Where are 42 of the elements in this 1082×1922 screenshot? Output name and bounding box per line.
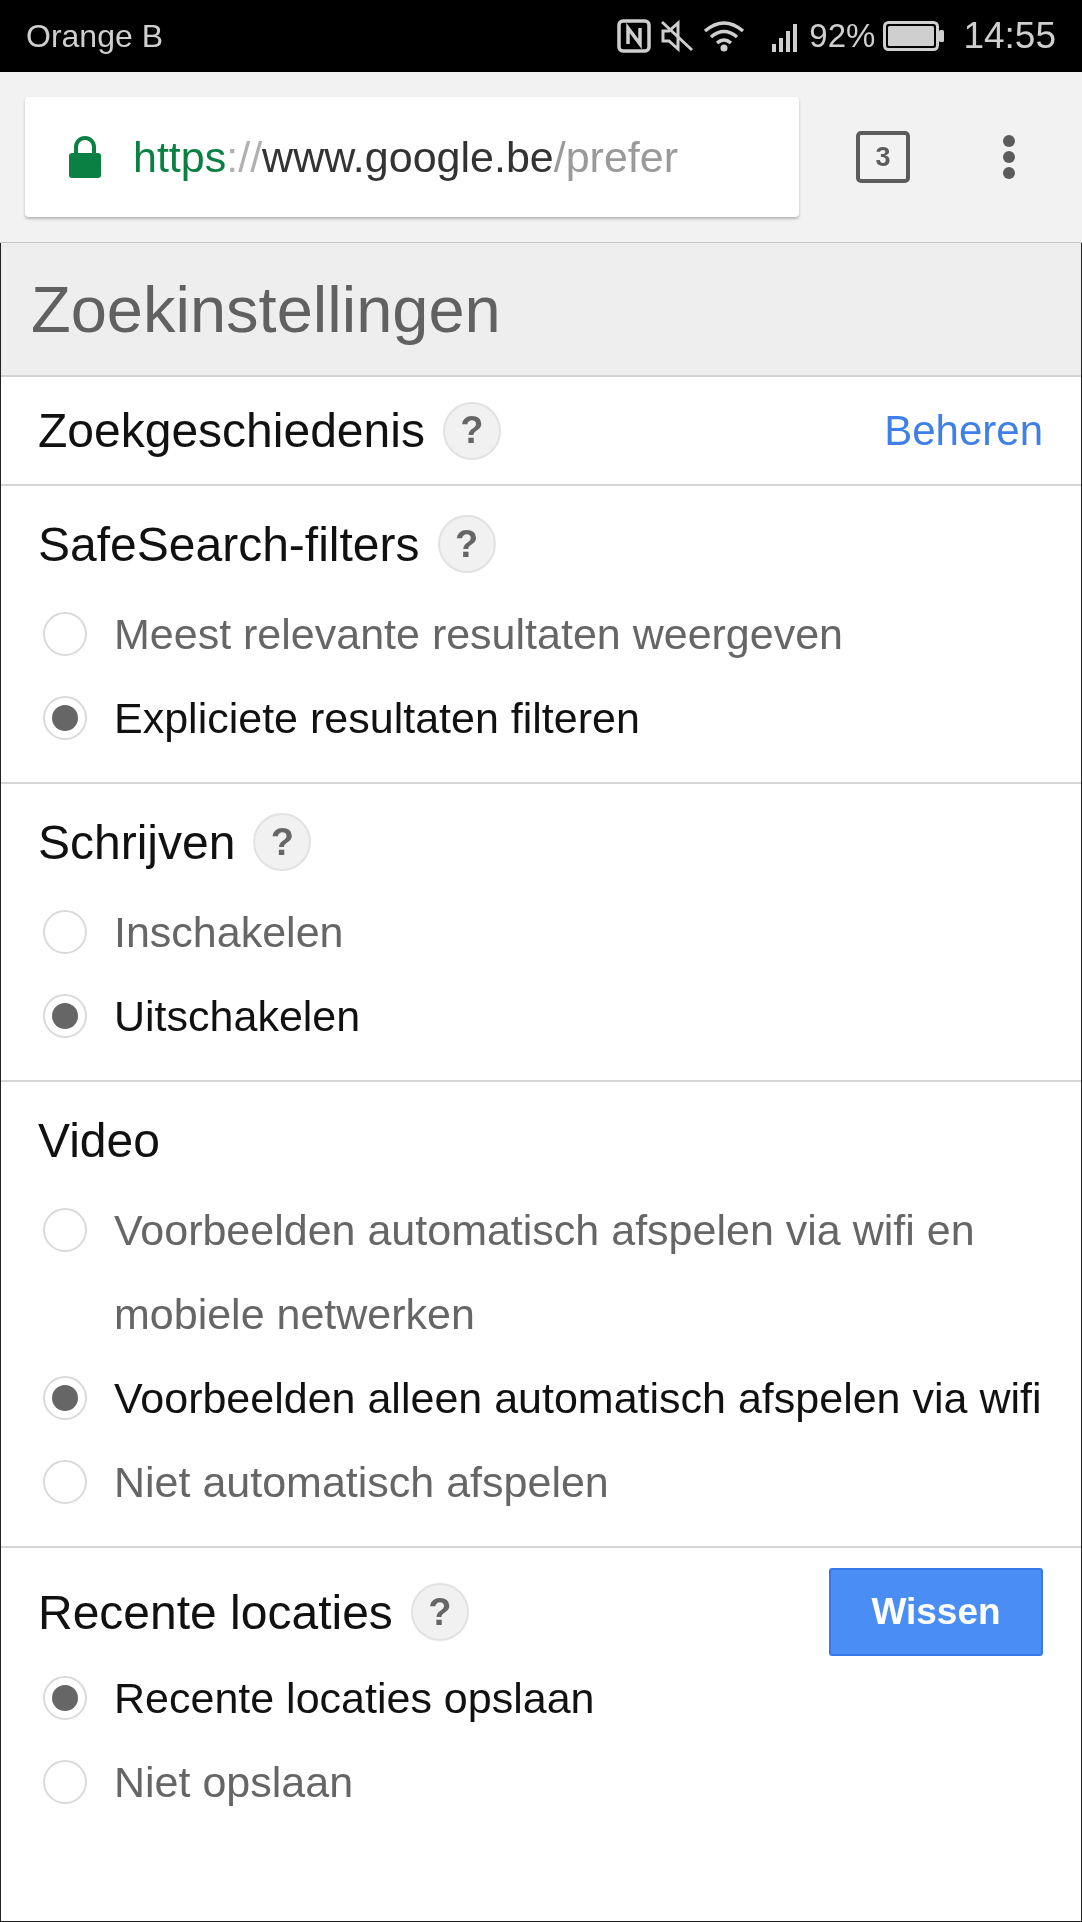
tab-count-button[interactable]: 3: [856, 131, 910, 183]
lock-icon: [69, 136, 101, 178]
manage-link[interactable]: Beheren: [884, 406, 1043, 455]
section-heading: Recente locaties: [38, 1584, 393, 1640]
radio-button[interactable]: [43, 696, 87, 740]
option-label: Niet opslaan: [114, 1757, 354, 1808]
carrier-name: Orange B: [26, 17, 163, 55]
radio-button[interactable]: [43, 994, 87, 1038]
option-label: Niet automatisch afspelen: [114, 1457, 609, 1508]
option-label: Meest relevante resultaten weergeven: [114, 609, 844, 660]
radio-button[interactable]: [43, 1208, 87, 1252]
option-label: Inschakelen: [114, 907, 344, 958]
url-text: https://www.google.be/prefer: [133, 132, 678, 182]
radio-button[interactable]: [43, 1760, 87, 1804]
help-button[interactable]: ?: [410, 1583, 469, 1641]
section-heading: SafeSearch-filters: [38, 516, 420, 572]
option-label: Voorbeelden automatisch afspelen via wifi en mobiele netwerken: [114, 1205, 976, 1340]
clear-button[interactable]: Wissen: [829, 1568, 1043, 1656]
clock-time: 14:55: [963, 15, 1056, 57]
menu-icon[interactable]: [1002, 135, 1016, 179]
radio-button[interactable]: [43, 1676, 87, 1720]
help-button[interactable]: ?: [437, 515, 496, 573]
help-button[interactable]: ?: [253, 813, 312, 871]
option-label: Expliciete resultaten filteren: [114, 693, 640, 744]
section-heading: Zoekgeschiedenis: [38, 403, 425, 458]
radio-button[interactable]: [43, 1460, 87, 1504]
radio-button[interactable]: [43, 1376, 87, 1420]
radio-button[interactable]: [43, 910, 87, 954]
address-bar[interactable]: https://www.google.be/prefer: [25, 97, 799, 217]
section-heading: Video: [38, 1112, 160, 1168]
muted-speaker-icon: [659, 19, 696, 53]
page-title: Zoekinstellingen: [1, 243, 1081, 377]
nfc-icon: [617, 19, 652, 53]
section-heading: Schrijven: [38, 814, 236, 870]
option-label: Uitschakelen: [114, 991, 361, 1042]
battery-icon: [883, 21, 946, 51]
option-label: Recente locaties opslaan: [114, 1673, 595, 1724]
help-button[interactable]: ?: [442, 401, 501, 460]
battery-percentage: 92%: [809, 17, 876, 55]
radio-button[interactable]: [43, 612, 87, 656]
option-label: Voorbeelden alleen automatisch afspelen via wifi: [114, 1373, 1042, 1424]
wifi-icon: [703, 20, 746, 52]
